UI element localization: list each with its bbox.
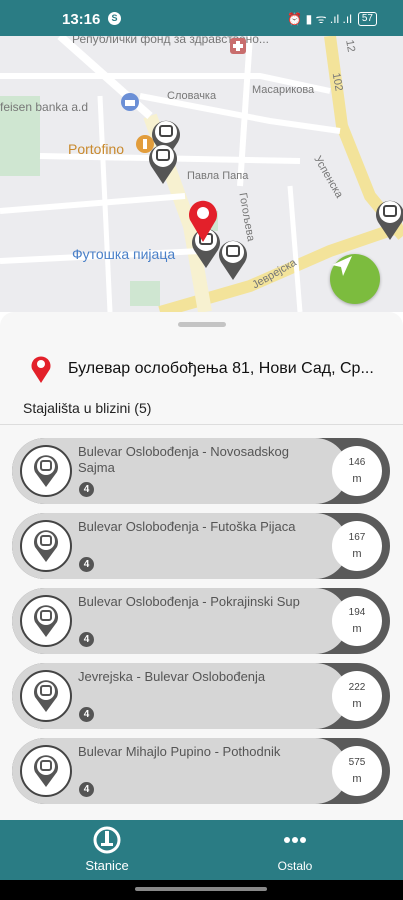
bus-stop-icon <box>20 520 72 572</box>
stop-distance-unit: m <box>352 773 362 785</box>
stop-lines-count-badge: 4 <box>79 557 94 572</box>
map-label-slovacka: Словачка <box>167 90 217 102</box>
stop-distance-value: 194 <box>348 607 366 618</box>
stop-distance-unit: m <box>352 473 362 485</box>
bus-marker-icon[interactable] <box>215 236 251 282</box>
bus-stop-icon <box>20 445 72 497</box>
location-pin-icon <box>31 356 51 383</box>
stop-list-item[interactable]: Bulevar Oslobođenja - Novosadskog Sajma … <box>12 438 390 504</box>
stop-distance: 167 m <box>332 521 382 571</box>
bus-stop-icon <box>20 595 72 647</box>
address-row: Булевар ослобођења 81, Нови Сад, Ср... <box>30 354 390 384</box>
stop-distance-value: 222 <box>348 682 366 693</box>
bus-stop-icon <box>20 745 72 797</box>
gesture-handle[interactable] <box>135 887 267 891</box>
stop-distance-value: 146 <box>348 457 366 468</box>
stop-distance-value: 575 <box>348 757 366 768</box>
bus-stop-icon <box>20 670 72 722</box>
bus-marker-icon[interactable] <box>372 196 403 242</box>
map-label-market: Футошка пијаца <box>72 246 176 262</box>
stops-list: Bulevar Oslobođenja - Novosadskog Sajma … <box>12 438 392 813</box>
nearby-stops-title: Stajališta u blizini (5) <box>23 400 152 416</box>
stop-distance: 222 m <box>332 671 382 721</box>
current-location-pin-icon <box>189 200 217 242</box>
stop-list-item[interactable]: Bulevar Oslobođenja - Pokrajinski Sup 4 … <box>12 588 390 654</box>
bank-poi-icon <box>121 93 139 111</box>
locate-me-button[interactable] <box>330 254 380 304</box>
status-bar: 13:16 S ⏰ ▮ ᯤ .ıl .ıl 57 <box>0 0 403 36</box>
divider <box>0 424 403 425</box>
stop-lines-count-badge: 4 <box>79 632 94 647</box>
hospital-poi-icon <box>230 38 246 54</box>
stop-list-item[interactable]: Bulevar Oslobođenja - Futoška Pijaca 4 1… <box>12 513 390 579</box>
stop-lines-count-badge: 4 <box>79 782 94 797</box>
stop-list-item[interactable]: Bulevar Mihajlo Pupino - Pothodnik 4 575… <box>12 738 390 804</box>
stop-name: Bulevar Oslobođenja - Novosadskog Sajma <box>78 444 290 475</box>
stop-list-item[interactable]: Jevrejska - Bulevar Oslobođenja 4 222 m <box>12 663 390 729</box>
skype-notification-icon: S <box>108 12 121 25</box>
more-dots-icon <box>281 826 309 854</box>
stop-distance-unit: m <box>352 548 362 560</box>
nav-label-stanice: Stanice <box>85 858 129 873</box>
map-view[interactable]: Републички фонд за здравствено... feisen… <box>0 36 403 312</box>
stop-distance-value: 167 <box>348 532 366 543</box>
stop-distance-unit: m <box>352 623 362 635</box>
current-address: Булевар ослобођења 81, Нови Сад, Ср... <box>68 360 374 377</box>
map-label-portofino: Portofino <box>68 141 125 157</box>
system-navigation-bar <box>0 880 403 900</box>
stop-name: Bulevar Oslobođenja - Pokrajinski Sup <box>78 594 300 609</box>
nav-tab-ostalo[interactable]: Ostalo <box>245 826 345 873</box>
bus-stop-nav-icon <box>93 826 121 854</box>
stop-distance: 575 m <box>332 746 382 796</box>
battery-icon: 57 <box>357 11 377 26</box>
stop-lines-count-badge: 4 <box>79 482 94 497</box>
map-label-road-12: 12 <box>343 38 358 54</box>
stop-name: Bulevar Mihajlo Pupino - Pothodnik <box>78 744 281 759</box>
map-label-bank: feisen banka a.d <box>0 100 89 114</box>
stop-distance: 146 m <box>332 446 382 496</box>
map-label-masarikova: Масарикова <box>252 84 315 96</box>
map-label-pavla-papa: Павла Папа <box>187 170 249 182</box>
stop-name: Bulevar Oslobođenja - Futoška Pijaca <box>78 519 296 534</box>
stop-name: Jevrejska - Bulevar Oslobođenja <box>78 669 266 684</box>
stop-distance-unit: m <box>352 698 362 710</box>
stop-distance: 194 m <box>332 596 382 646</box>
bus-marker-icon[interactable] <box>145 140 181 186</box>
nearby-stops-sheet: Булевар ослобођења 81, Нови Сад, Ср... S… <box>0 312 403 820</box>
navigate-arrow-icon <box>332 256 352 276</box>
stop-lines-count-badge: 4 <box>79 707 94 722</box>
nav-label-ostalo: Ostalo <box>277 859 313 873</box>
status-time: 13:16 <box>62 11 101 28</box>
status-indicator-icons: ⏰ ▮ ᯤ .ıl .ıl <box>287 12 352 26</box>
sheet-drag-handle[interactable] <box>178 322 226 327</box>
nav-tab-stanice[interactable]: Stanice <box>57 826 157 873</box>
status-indicators: ⏰ ▮ ᯤ .ıl .ıl 57 <box>287 10 377 27</box>
bottom-navigation: Stanice Ostalo <box>0 820 403 880</box>
